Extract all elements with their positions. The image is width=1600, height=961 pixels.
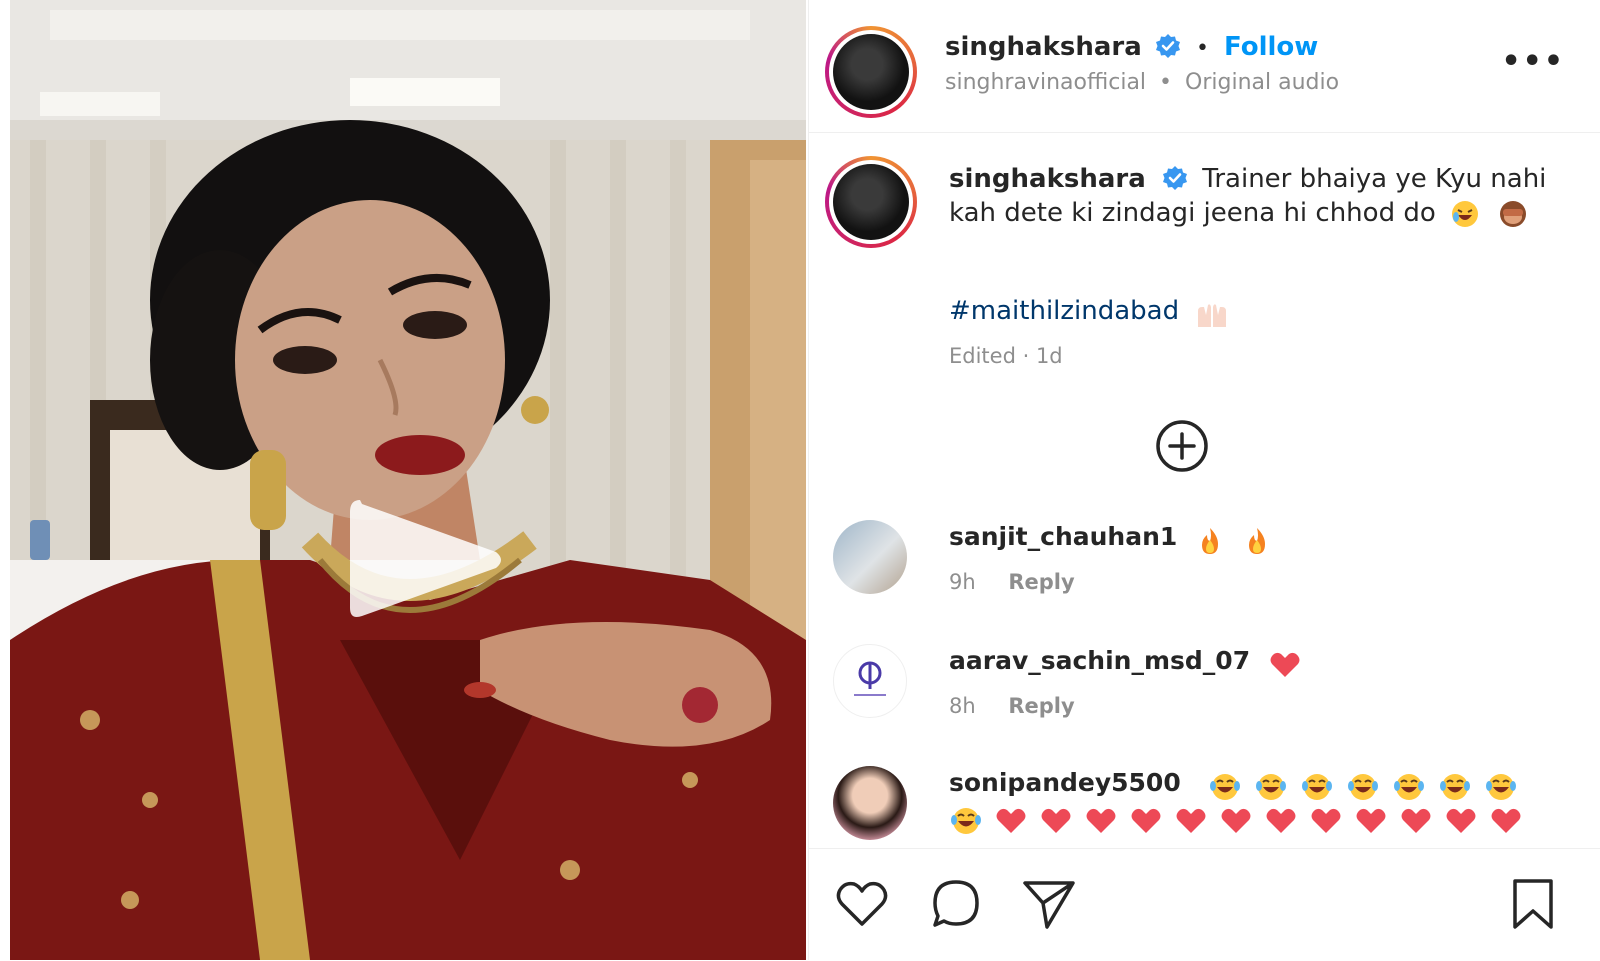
raising-hands-emoji	[1198, 303, 1227, 327]
comment-username[interactable]: sonipandey5500	[949, 768, 1181, 797]
caption-edited: Edited · 1d	[949, 344, 1063, 368]
red-heart-emoji	[1131, 808, 1161, 833]
comment-username[interactable]: sanjit_chauhan1	[949, 522, 1177, 551]
caption: singhakshara Trainer bhaiya ye Kyu nahi …	[949, 162, 1549, 230]
caption-hashtag[interactable]: #maithilzindabad	[949, 296, 1179, 326]
tears-of-joy-emoji	[1347, 773, 1378, 800]
red-heart-emoji	[1270, 652, 1300, 677]
tears-of-joy-emoji	[1209, 773, 1240, 800]
bookmark-icon[interactable]	[1511, 877, 1555, 931]
red-heart-emoji	[1446, 808, 1476, 833]
heart-icon[interactable]	[835, 879, 889, 929]
rolling-laughing-emoji	[1452, 200, 1479, 227]
post-details-panel: singhakshara • Follow singhravinaofficia…	[808, 0, 1600, 960]
verified-badge-icon	[1155, 34, 1180, 58]
red-heart-emoji	[1311, 808, 1341, 833]
audio-separator: •	[1159, 70, 1173, 95]
header-separator: •	[1195, 36, 1209, 61]
tears-of-joy-emoji	[1485, 773, 1516, 800]
tears-of-joy-emoji	[1301, 773, 1332, 800]
play-icon[interactable]	[340, 490, 510, 630]
comment-icon[interactable]	[929, 877, 983, 931]
red-heart-emoji	[996, 808, 1026, 833]
plus-circle-icon[interactable]	[1154, 418, 1210, 474]
reply-button[interactable]: Reply	[1008, 570, 1074, 594]
music-logo-icon	[854, 661, 886, 696]
red-heart-emoji	[1401, 808, 1431, 833]
follow-button[interactable]: Follow	[1224, 32, 1318, 62]
red-heart-emoji	[1176, 808, 1206, 833]
commenter-avatar[interactable]	[833, 644, 907, 718]
author-username[interactable]: singhakshara	[945, 32, 1142, 62]
comment-time: 8h	[949, 694, 976, 718]
audio-owner[interactable]: singhravinaofficial	[945, 70, 1146, 95]
tears-of-joy-emoji	[1255, 773, 1286, 800]
see-no-evil-monkey-emoji	[1500, 200, 1527, 227]
fire-emoji	[1202, 527, 1219, 554]
tears-of-joy-emoji-row	[1196, 773, 1518, 800]
tears-of-joy-emoji	[1393, 773, 1424, 800]
red-heart-emoji-row	[949, 806, 1534, 836]
red-heart-emoji	[1266, 808, 1296, 833]
post-video[interactable]	[10, 0, 806, 960]
post-header: singhakshara • Follow singhravinaofficia…	[809, 0, 1600, 133]
fire-emoji	[1249, 527, 1266, 554]
video-frame	[10, 0, 806, 960]
audio-label[interactable]: Original audio	[1185, 70, 1339, 95]
tears-of-joy-emoji	[951, 808, 981, 834]
caption-author-avatar[interactable]	[825, 156, 917, 248]
verified-badge-icon	[1163, 166, 1188, 190]
red-heart-emoji	[1356, 808, 1386, 833]
red-heart-emoji	[1086, 808, 1116, 833]
commenter-avatar[interactable]	[833, 520, 907, 594]
comment-time: 9h	[949, 570, 976, 594]
red-heart-emoji	[1491, 808, 1521, 833]
commenter-avatar[interactable]	[833, 766, 907, 840]
tears-of-joy-emoji	[1439, 773, 1470, 800]
reply-button[interactable]: Reply	[1008, 694, 1074, 718]
share-icon[interactable]	[1021, 877, 1077, 931]
more-options-icon[interactable]: •••	[1501, 44, 1565, 79]
comment-username[interactable]: aarav_sachin_msd_07	[949, 646, 1250, 675]
red-heart-emoji	[1041, 808, 1071, 833]
caption-username[interactable]: singhakshara	[949, 164, 1146, 194]
author-avatar[interactable]	[825, 26, 917, 118]
red-heart-emoji	[1221, 808, 1251, 833]
post-actions-bar	[809, 848, 1600, 961]
